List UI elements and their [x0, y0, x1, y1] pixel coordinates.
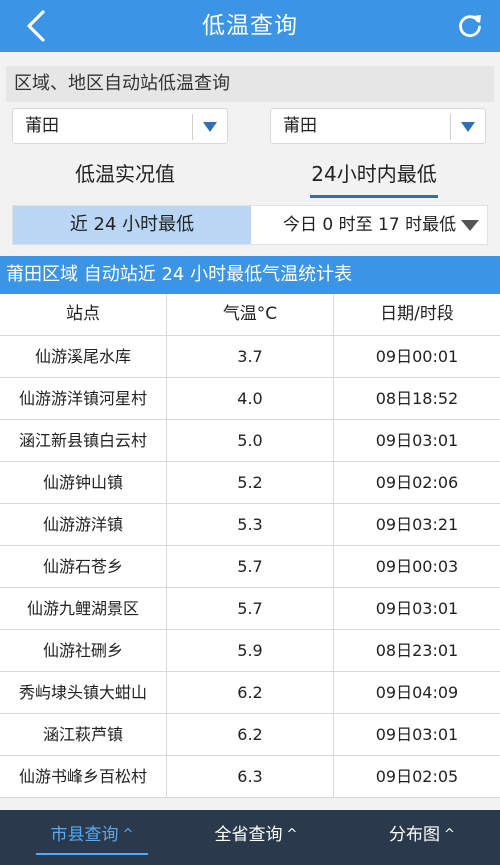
chevron-up-icon: ^	[444, 827, 455, 842]
time-cell: 09日03:01	[375, 599, 459, 618]
time-cell: 09日04:09	[375, 683, 459, 702]
select-divider	[192, 114, 193, 140]
temp-cell: 5.3	[167, 504, 334, 545]
time-cell: 09日03:01	[375, 725, 459, 744]
temp-cell: 5.7	[167, 546, 334, 587]
nav-county-query[interactable]: 市县查询 ^	[32, 810, 152, 865]
refresh-button[interactable]	[456, 12, 484, 40]
temp-cell: 6.3	[167, 756, 334, 797]
active-nav-indicator	[36, 853, 148, 855]
station-cell: 秀屿埭头镇大蚶山	[0, 672, 167, 713]
temp-cell: 5.0	[167, 420, 334, 461]
station-cell: 仙游钟山镇	[0, 462, 167, 503]
time-cell: 09日03:21	[375, 515, 459, 534]
time-cell: 09日02:05	[375, 767, 459, 786]
temp-cell: 6.2	[167, 714, 334, 755]
station-cell: 仙游社硎乡	[0, 630, 167, 671]
time-cell: 09日00:03	[375, 557, 459, 576]
nav-distribution-map-label: 分布图	[389, 825, 441, 845]
table-row: 仙游石苍乡 5.7 09日00:03	[0, 546, 500, 588]
table-row: 涵江萩芦镇 6.2 09日03:01	[0, 714, 500, 756]
select-divider	[450, 114, 451, 140]
nav-province-query[interactable]: 全省查询 ^	[196, 810, 316, 865]
table-row: 仙游社硎乡 5.9 08日23:01	[0, 630, 500, 672]
region-select-value: 莆田	[25, 116, 59, 136]
table-row: 仙游游洋镇河星村 4.0 08日18:52	[0, 378, 500, 420]
header-station: 站点	[0, 294, 167, 335]
time-cell: 08日18:52	[375, 389, 459, 408]
station-cell: 仙游游洋镇	[0, 504, 167, 545]
temp-cell: 4.0	[167, 378, 334, 419]
table-row: 仙游游洋镇 5.3 09日03:21	[0, 504, 500, 546]
station-cell: 涵江新县镇白云村	[0, 420, 167, 461]
temp-cell: 5.2	[167, 462, 334, 503]
table-row: 仙游书峰乡百松村 6.3 09日02:05	[0, 756, 500, 798]
temp-cell: 5.9	[167, 630, 334, 671]
caret-down-icon	[461, 122, 475, 132]
station-cell: 仙游九鲤湖景区	[0, 588, 167, 629]
tab-24h-min-label: 24小时内最低	[311, 162, 437, 186]
table-row: 秀屿埭头镇大蚶山 6.2 09日04:09	[0, 672, 500, 714]
station-cell: 仙游石苍乡	[0, 546, 167, 587]
nav-province-query-label: 全省查询	[214, 825, 283, 845]
active-tab-indicator	[310, 195, 438, 198]
table-row: 涵江新县镇白云村 5.0 09日03:01	[0, 420, 500, 462]
tab-24h-min[interactable]: 24小时内最低	[296, 152, 452, 198]
region-select[interactable]: 莆田	[12, 108, 228, 144]
area-select[interactable]: 莆田	[270, 108, 486, 144]
station-cell: 仙游溪尾水库	[0, 336, 167, 377]
mode-tabs: 低温实况值 24小时内最低	[0, 152, 500, 198]
time-range-segment: 近 24 小时最低 今日 0 时至 17 时最低	[12, 205, 488, 245]
station-cell: 涵江萩芦镇	[0, 714, 167, 755]
header-datetime: 日期/时段	[380, 304, 454, 324]
station-cell: 仙游游洋镇河星村	[0, 378, 167, 419]
station-cell: 仙游书峰乡百松村	[0, 756, 167, 797]
caret-down-icon	[461, 220, 479, 231]
table-title: 莆田区域 自动站近 24 小时最低气温统计表	[0, 256, 500, 294]
section-label: 区域、地区自动站低温查询	[6, 66, 494, 102]
area-select-value: 莆田	[283, 116, 317, 136]
table-row: 仙游钟山镇 5.2 09日02:06	[0, 462, 500, 504]
segment-today-range[interactable]: 今日 0 时至 17 时最低	[251, 206, 487, 244]
table-row: 仙游溪尾水库 3.7 09日00:01	[0, 336, 500, 378]
min-temp-table: 站点 气温°C 日期/时段 仙游溪尾水库 3.7 09日00:01 仙游游洋镇河星村…	[0, 294, 500, 798]
page-title: 低温查询	[202, 13, 298, 39]
refresh-icon	[459, 15, 481, 38]
bottom-nav: 市县查询 ^ 全省查询 ^ 分布图 ^	[0, 810, 500, 865]
temp-cell: 6.2	[167, 672, 334, 713]
time-cell: 09日00:01	[375, 347, 459, 366]
segment-last-24h[interactable]: 近 24 小时最低	[13, 206, 251, 244]
caret-down-icon	[203, 122, 217, 132]
chevron-up-icon: ^	[286, 827, 298, 842]
temp-cell: 3.7	[167, 336, 334, 377]
header-temperature: 气温°C	[167, 294, 334, 335]
nav-county-query-label: 市县查询	[50, 825, 119, 845]
top-bar: 低温查询	[0, 0, 500, 52]
temp-cell: 5.7	[167, 588, 334, 629]
segment-today-range-label: 今日 0 时至 17 时最低	[283, 215, 457, 235]
nav-distribution-map[interactable]: 分布图 ^	[372, 810, 472, 865]
time-cell: 08日23:01	[375, 641, 459, 660]
table-row: 仙游九鲤湖景区 5.7 09日03:01	[0, 588, 500, 630]
tab-low-temp-live[interactable]: 低温实况值	[40, 152, 210, 198]
time-cell: 09日03:01	[375, 431, 459, 450]
time-cell: 09日02:06	[375, 473, 459, 492]
table-header-row: 站点 气温°C 日期/时段	[0, 294, 500, 336]
